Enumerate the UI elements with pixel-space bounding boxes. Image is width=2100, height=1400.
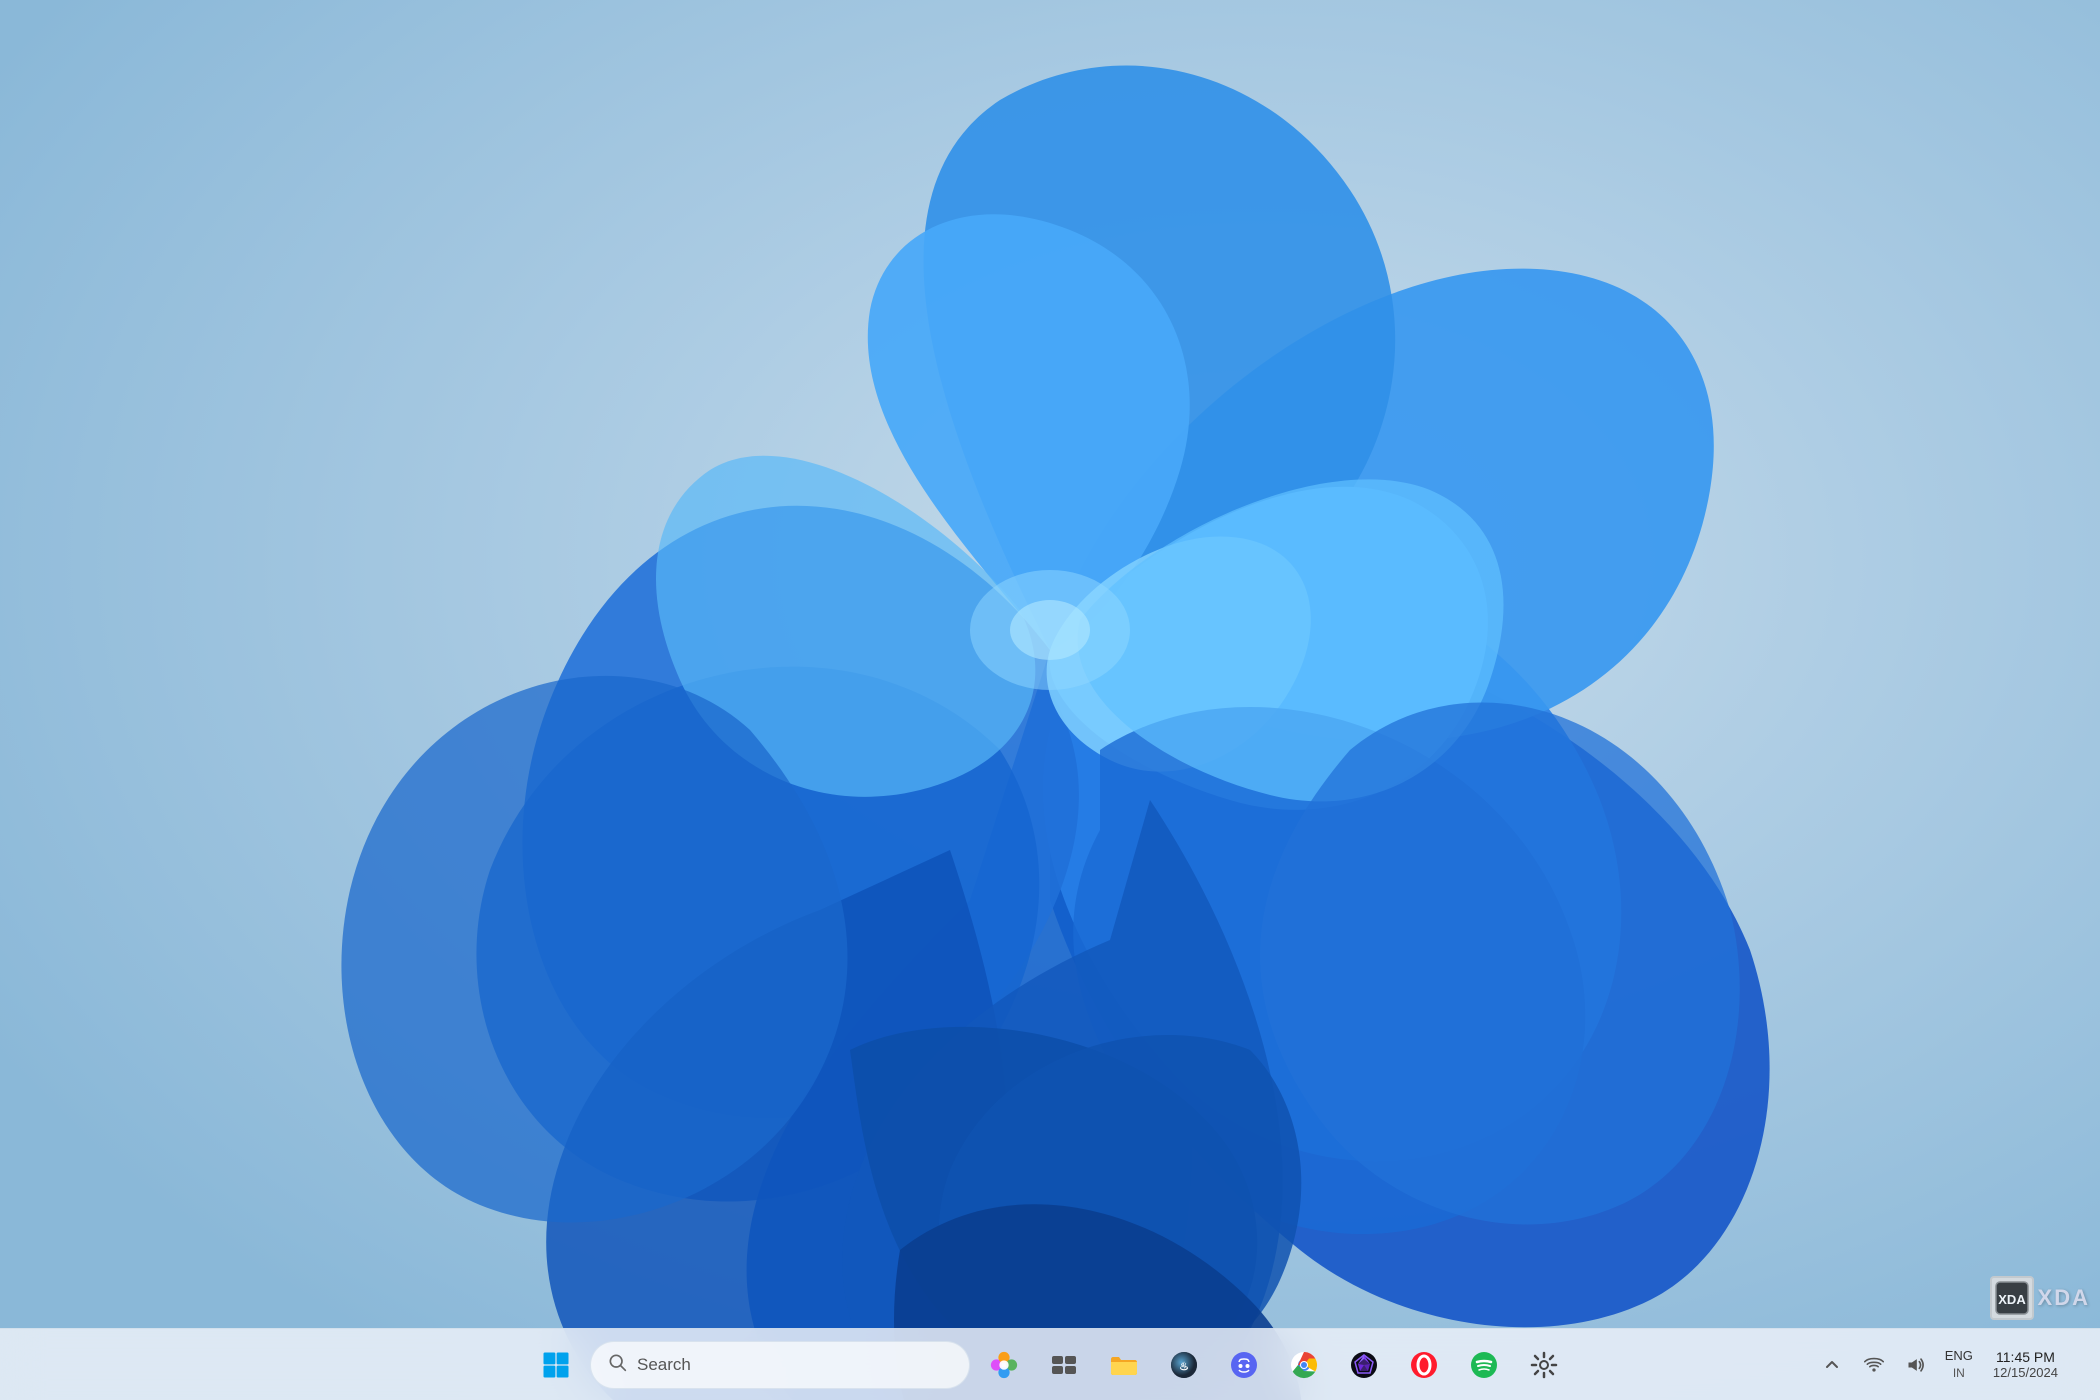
search-icon — [607, 1352, 627, 1377]
xda-brand-text: XDA — [2038, 1285, 2090, 1311]
file-explorer-icon — [1109, 1351, 1139, 1379]
discord-icon — [1229, 1350, 1259, 1380]
chrome-button[interactable] — [1278, 1339, 1330, 1391]
svg-text:♨: ♨ — [1179, 1361, 1189, 1373]
settings-button[interactable] — [1518, 1339, 1570, 1391]
xda-logo: XDA — [1990, 1276, 2034, 1320]
start-button[interactable] — [530, 1339, 582, 1391]
copilot-icon — [989, 1350, 1019, 1380]
lang-line1: ENG — [1945, 1347, 1973, 1365]
taskbar-center: Search — [530, 1339, 1570, 1391]
volume-button[interactable] — [1897, 1339, 1935, 1391]
clock-time: 11:45 PM — [1996, 1349, 2055, 1365]
task-view-button[interactable] — [1038, 1339, 1090, 1391]
volume-icon — [1906, 1355, 1926, 1375]
opera-button[interactable] — [1398, 1339, 1450, 1391]
clock-date: 12/15/2024 — [1993, 1365, 2058, 1380]
xda-logo-icon: XDA — [1994, 1280, 2030, 1316]
discord-button[interactable] — [1218, 1339, 1270, 1391]
windows-logo-icon — [541, 1350, 571, 1380]
file-explorer-button[interactable] — [1098, 1339, 1150, 1391]
network-button[interactable] — [1855, 1339, 1893, 1391]
task-view-icon — [1050, 1351, 1078, 1379]
desktop: Search — [0, 0, 2100, 1400]
exodus-button[interactable] — [1338, 1339, 1390, 1391]
language-button[interactable]: ENG IN — [1939, 1339, 1979, 1391]
svg-text:XDA: XDA — [1998, 1292, 2026, 1307]
spotify-icon — [1469, 1350, 1499, 1380]
exodus-icon — [1349, 1350, 1379, 1380]
copilot-button[interactable] — [978, 1339, 1030, 1391]
settings-icon — [1530, 1351, 1558, 1379]
xda-watermark: XDA XDA — [1990, 1276, 2090, 1320]
steam-button[interactable]: ♨ — [1158, 1339, 1210, 1391]
wallpaper — [0, 0, 2100, 1400]
show-desktop-button[interactable] — [2072, 1339, 2088, 1391]
chevron-up-icon — [1825, 1358, 1839, 1372]
clock-button[interactable]: 11:45 PM 12/15/2024 — [1983, 1339, 2068, 1391]
search-text: Search — [637, 1355, 691, 1375]
lang-line2: IN — [1953, 1365, 1965, 1382]
network-icon — [1864, 1355, 1884, 1375]
opera-icon — [1409, 1350, 1439, 1380]
taskbar: Search — [0, 1328, 2100, 1400]
show-hidden-icons-button[interactable] — [1813, 1339, 1851, 1391]
search-bar[interactable]: Search — [590, 1341, 970, 1389]
spotify-button[interactable] — [1458, 1339, 1510, 1391]
chrome-icon — [1289, 1350, 1319, 1380]
steam-icon: ♨ — [1169, 1350, 1199, 1380]
system-tray: ENG IN 11:45 PM 12/15/2024 — [1813, 1329, 2100, 1400]
